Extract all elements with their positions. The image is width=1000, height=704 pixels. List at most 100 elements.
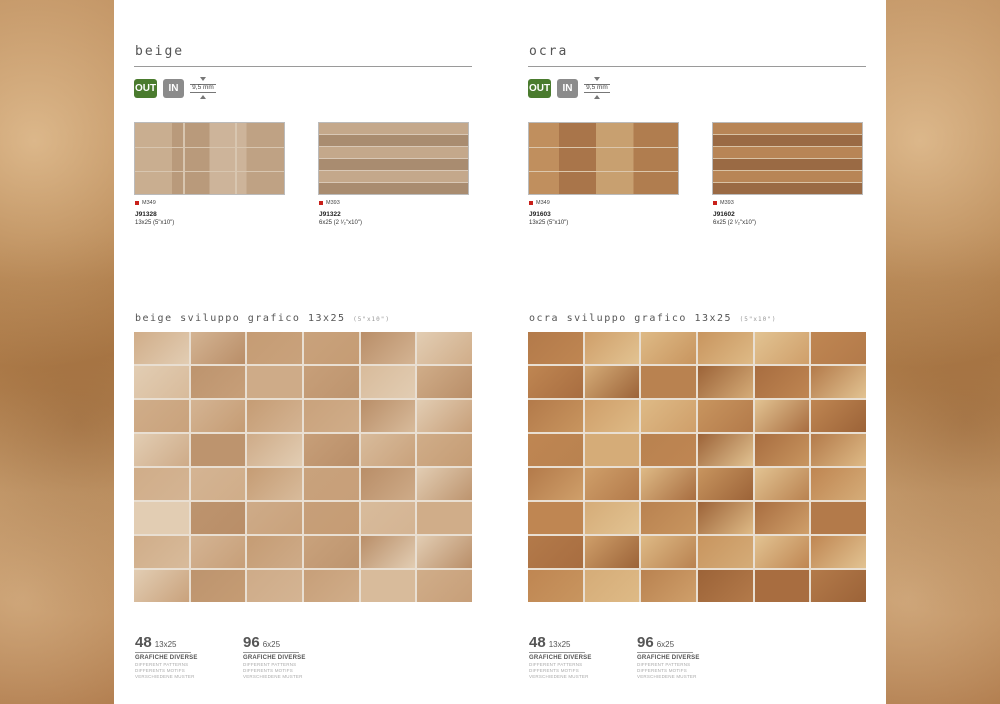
pattern-tile: [417, 570, 472, 602]
tile-ref: M349: [529, 200, 550, 206]
pattern-tile: [360, 502, 416, 534]
pattern-count-13x25: 48 13x25 GRAFICHE DIVERSE DIFFERENT PATTE…: [135, 634, 198, 679]
red-square-icon: [529, 201, 533, 205]
pattern-tile: [134, 434, 189, 466]
pattern-tile: [190, 366, 246, 398]
catalog-page: beige OUT IN 9,5 mm M349 M393 J91328 J91…: [114, 0, 886, 704]
red-square-icon: [135, 201, 139, 205]
pattern-tile: [360, 536, 416, 568]
pattern-tile: [360, 332, 416, 364]
tile-size: 6x25 (2 ¹⁄₂"x10"): [319, 220, 362, 226]
pattern-tile: [304, 400, 359, 432]
pattern-tile: [584, 366, 640, 398]
pattern-tile: [698, 366, 753, 398]
pattern-tile: [304, 502, 359, 534]
pattern-development-title: beige sviluppo grafico 13x25 (5"x10"): [135, 313, 391, 324]
pattern-tile: [190, 400, 246, 432]
pattern-tile: [528, 434, 583, 466]
pattern-tile: [698, 570, 753, 602]
pattern-tile: [754, 366, 810, 398]
pattern-tile: [698, 332, 753, 364]
pattern-tile: [304, 434, 359, 466]
pattern-tile: [134, 332, 189, 364]
pattern-tile: [641, 468, 696, 500]
tile-ref: M349: [135, 200, 156, 206]
pattern-tile: [811, 434, 866, 466]
tile-sample-6x25: [318, 122, 469, 195]
pattern-tile: [584, 400, 640, 432]
section-title: ocra: [529, 44, 569, 59]
pattern-tile: [417, 468, 472, 500]
pattern-tile: [641, 366, 696, 398]
pattern-tile: [247, 332, 302, 364]
pattern-tile: [754, 536, 810, 568]
pattern-tile: [698, 434, 753, 466]
pattern-tile: [417, 434, 472, 466]
pattern-tile: [304, 468, 359, 500]
pattern-tile: [247, 570, 302, 602]
pattern-tile: [417, 366, 472, 398]
tile-sample-13x25: [528, 122, 679, 195]
pattern-tile: [641, 536, 696, 568]
pattern-tile: [528, 536, 583, 568]
indoor-badge: IN: [557, 79, 578, 98]
pattern-tile: [528, 366, 583, 398]
pattern-tile: [811, 536, 866, 568]
pattern-tile: [190, 468, 246, 500]
pattern-tile: [360, 468, 416, 500]
pattern-tile: [417, 502, 472, 534]
right-texture-margin: [886, 0, 1000, 704]
pattern-tile: [247, 502, 302, 534]
ocra-column: ocra OUT IN 9,5 mm M349 M393 J91603 J916…: [528, 0, 866, 704]
pattern-tile: [134, 536, 189, 568]
pattern-tile: [528, 502, 583, 534]
outdoor-badge: OUT: [528, 79, 551, 98]
pattern-tile: [584, 434, 640, 466]
pattern-tile: [360, 570, 416, 602]
pattern-tile: [134, 366, 189, 398]
pattern-tile: [190, 332, 246, 364]
beige-column: beige OUT IN 9,5 mm M349 M393 J91328 J91…: [134, 0, 472, 704]
pattern-tile: [641, 400, 696, 432]
pattern-tile: [134, 400, 189, 432]
pattern-tile: [641, 434, 696, 466]
pattern-tile: [584, 570, 640, 602]
pattern-tile: [190, 434, 246, 466]
tile-ref: M393: [713, 200, 734, 206]
tile-size: 6x25 (2 ¹⁄₂"x10"): [713, 220, 756, 226]
pattern-tile: [754, 468, 810, 500]
pattern-tile: [754, 570, 810, 602]
pattern-grid: [528, 332, 866, 602]
pattern-tile: [584, 332, 640, 364]
pattern-tile: [417, 332, 472, 364]
pattern-tile: [754, 502, 810, 534]
pattern-tile: [190, 502, 246, 534]
pattern-tile: [754, 434, 810, 466]
pattern-tile: [134, 502, 189, 534]
pattern-tile: [584, 502, 640, 534]
pattern-count-6x25: 96 6x25 GRAFICHE DIVERSE DIFFERENT PATTER…: [243, 634, 306, 679]
pattern-tile: [528, 332, 583, 364]
pattern-tile: [754, 400, 810, 432]
pattern-tile: [360, 400, 416, 432]
pattern-tile: [811, 570, 866, 602]
pattern-tile: [247, 366, 302, 398]
pattern-tile: [584, 536, 640, 568]
pattern-tile: [304, 332, 359, 364]
pattern-tile: [304, 570, 359, 602]
pattern-grid: [134, 332, 472, 602]
pattern-tile: [528, 400, 583, 432]
pattern-tile: [190, 536, 246, 568]
pattern-tile: [528, 570, 583, 602]
tile-code: J91322: [319, 211, 341, 218]
thickness-value: 9,5 mm: [586, 84, 608, 91]
pattern-tile: [641, 502, 696, 534]
pattern-tile: [698, 536, 753, 568]
tile-code: J91602: [713, 211, 735, 218]
pattern-tile: [811, 502, 866, 534]
section-title: beige: [135, 44, 185, 59]
pattern-tile: [304, 536, 359, 568]
tile-size: 13x25 (5"x10"): [529, 220, 569, 226]
pattern-tile: [134, 468, 189, 500]
section-divider: [134, 66, 472, 67]
